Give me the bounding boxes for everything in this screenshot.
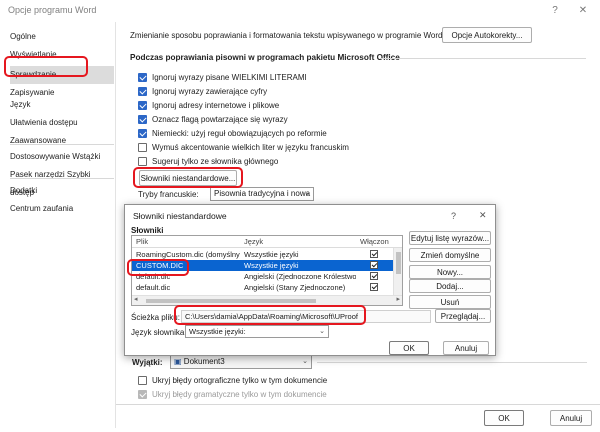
ok-button[interactable]: OK	[484, 410, 524, 426]
custom-dictionaries-dialog: Słowniki niestandardowe ? ✕ Słowniki Pli…	[124, 204, 496, 356]
autocorrect-options-button[interactable]: Opcje Autokorekty...	[442, 27, 532, 43]
window-title: Opcje programu Word	[8, 5, 97, 15]
chevron-down-icon: ⌄	[304, 190, 310, 197]
exceptions-select[interactable]: ▣ Dokument3 ⌄	[170, 355, 312, 369]
title-bar: Opcje programu Word ? ✕	[0, 0, 600, 22]
custom-dictionaries-button[interactable]: Słowniki niestandardowe...	[139, 170, 237, 186]
list-item-selected[interactable]: CUSTOM.DIC Wszystkie języki	[132, 260, 402, 271]
hide-spelling-label: Ukryj błędy ortograficzne tylko w tym do…	[152, 376, 328, 385]
hide-grammar-label: Ukryj błędy gramatyczne tylko w tym doku…	[152, 390, 327, 399]
scroll-thumb[interactable]	[396, 252, 401, 274]
option-label-digits: Ignoruj wyrazy zawierające cyfry	[152, 87, 268, 96]
french-modes-select[interactable]: Pisownia tradycyjna i nowa ⌄	[210, 187, 314, 201]
column-language[interactable]: Język	[244, 237, 263, 246]
footer-divider	[116, 404, 600, 405]
option-label-repeated: Oznacz flagą powtarzające się wyrazy	[152, 115, 288, 124]
new-button[interactable]: Nowy...	[409, 265, 491, 279]
change-default-button[interactable]: Zmień domyślne	[409, 248, 491, 262]
hide-grammar-checkbox[interactable]	[138, 390, 147, 399]
sidebar-item-jezyk[interactable]: Język	[10, 96, 114, 114]
edit-word-list-button[interactable]: Edytuj listę wyrazów...	[409, 231, 491, 245]
scroll-left-icon[interactable]: ◂	[134, 295, 138, 303]
option-label-uppercase: Ignoruj wyrazy pisane WIELKIMI LITERAMI	[152, 73, 307, 82]
column-enabled[interactable]: Włączon	[360, 237, 389, 246]
list-item[interactable]: RoamingCustom.dic (domyślny) Wszystkie j…	[132, 249, 402, 260]
option-checkbox-digits[interactable]	[138, 87, 147, 96]
exceptions-divider	[317, 362, 587, 363]
dialog-help-button[interactable]: ?	[451, 211, 456, 221]
chevron-down-icon: ⌄	[319, 328, 325, 335]
dictionary-language-label: Język słownika:	[131, 328, 187, 337]
sidebar-item-sprawdzanie[interactable]: Sprawdzanie	[10, 66, 114, 84]
list-item[interactable]: default.dic Angielski (Zjednoczone Króle…	[132, 271, 402, 282]
scroll-right-icon[interactable]: ▸	[396, 295, 400, 303]
help-button[interactable]: ?	[548, 4, 562, 18]
dictionaries-group-label: Słowniki	[131, 226, 164, 235]
section-divider	[380, 58, 586, 59]
sidebar-divider	[10, 144, 114, 145]
enabled-checkbox[interactable]	[370, 250, 378, 258]
sidebar-item-dodatki[interactable]: Dodatki	[10, 182, 114, 200]
sidebar: Ogólne Wyświetlanie Sprawdzanie Zapisywa…	[4, 22, 116, 428]
enabled-checkbox[interactable]	[370, 272, 378, 280]
option-label-french-accent: Wymuś akcentowanie wielkich liter w języ…	[152, 143, 349, 152]
option-label-urls: Ignoruj adresy internetowe i plikowe	[152, 101, 280, 110]
enabled-checkbox[interactable]	[370, 283, 378, 291]
dialog-cancel-button[interactable]: Anuluj	[443, 341, 489, 355]
sidebar-item-ulatwienia[interactable]: Ułatwienia dostępu	[10, 114, 114, 132]
dialog-ok-button[interactable]: OK	[389, 341, 429, 355]
cancel-button[interactable]: Anuluj	[550, 410, 592, 426]
option-checkbox-german[interactable]	[138, 129, 147, 138]
enabled-checkbox[interactable]	[370, 261, 378, 269]
option-checkbox-urls[interactable]	[138, 101, 147, 110]
add-button[interactable]: Dodaj...	[409, 279, 491, 293]
section-title: Podczas poprawiania pisowni w programach…	[130, 53, 400, 62]
option-label-main-dict: Sugeruj tylko ze słownika głównego	[152, 157, 279, 166]
option-checkbox-uppercase[interactable]	[138, 73, 147, 82]
exceptions-label: Wyjątki:	[132, 358, 163, 367]
option-checkbox-main-dict[interactable]	[138, 157, 147, 166]
browse-button[interactable]: Przeglądaj...	[435, 309, 491, 323]
column-file[interactable]: Plik	[136, 237, 148, 246]
dialog-title: Słowniki niestandardowe	[133, 211, 227, 221]
dictionaries-list[interactable]: Plik Język Włączon RoamingCustom.dic (do…	[131, 235, 403, 306]
option-label-german: Niemiecki: użyj reguł obowiązujących po …	[152, 129, 327, 138]
hide-spelling-checkbox[interactable]	[138, 376, 147, 385]
dictionary-language-select[interactable]: Wszystkie języki: ⌄	[185, 325, 329, 338]
remove-button[interactable]: Usuń	[409, 295, 491, 309]
option-checkbox-repeated[interactable]	[138, 115, 147, 124]
sidebar-item-wstazka[interactable]: Dostosowywanie Wstążki	[10, 148, 114, 166]
option-checkbox-french-accent[interactable]	[138, 143, 147, 152]
list-header: Plik Język Włączon	[132, 236, 402, 248]
sidebar-item-wyswietlanie[interactable]: Wyświetlanie	[10, 46, 114, 64]
sidebar-item-ogolne[interactable]: Ogólne	[10, 28, 114, 46]
sidebar-item-centrum-zaufania[interactable]: Centrum zaufania	[10, 200, 114, 218]
autocorrect-text: Zmienianie sposobu poprawiania i formato…	[130, 31, 445, 40]
path-field: C:\Users\damia\AppData\Roaming\Microsoft…	[181, 310, 431, 323]
vertical-scrollbar[interactable]	[393, 248, 402, 296]
scroll-thumb[interactable]	[146, 299, 316, 303]
dialog-close-button[interactable]: ✕	[479, 210, 487, 221]
list-item[interactable]: default.dic Angielski (Stany Zjednoczone…	[132, 282, 402, 293]
french-modes-label: Tryby francuskie:	[138, 190, 199, 199]
horizontal-scrollbar[interactable]: ◂ ▸	[132, 295, 402, 305]
document-icon: ▣	[174, 357, 182, 366]
chevron-down-icon: ⌄	[302, 358, 308, 365]
path-label: Ścieżka pliku:	[131, 313, 180, 322]
close-button[interactable]: ✕	[576, 4, 590, 18]
sidebar-divider	[10, 178, 114, 179]
